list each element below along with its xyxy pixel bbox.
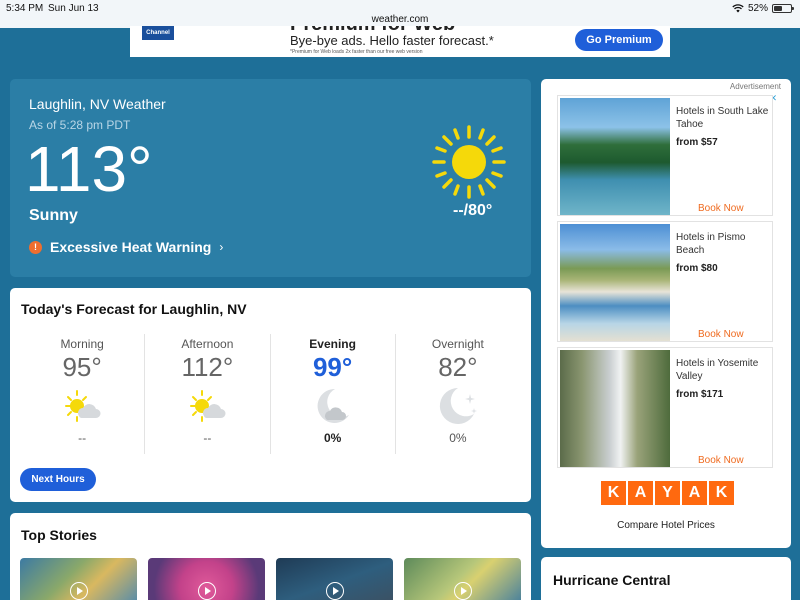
period-label: Evening: [309, 337, 356, 351]
forecast-period-afternoon[interactable]: Afternoon 112° --: [144, 334, 269, 454]
forecast-title: Today's Forecast for Laughlin, NV: [21, 301, 247, 317]
status-right: 52%: [732, 3, 794, 14]
hotel-name: Hotels in Yosemite Valley: [676, 358, 759, 382]
kayak-letter: K: [709, 481, 734, 505]
top-stories-title: Top Stories: [21, 527, 97, 543]
hotel-name: Hotels in Pismo Beach: [676, 232, 746, 256]
alert-icon: !: [29, 240, 42, 254]
book-now-link[interactable]: Book Now: [698, 329, 744, 340]
kayak-letter: A: [628, 481, 653, 505]
hotel-name: Hotels in South Lake Tahoe: [676, 106, 769, 130]
kayak-logo[interactable]: K A Y A K: [601, 481, 734, 505]
observation-time: As of 5:28 pm PDT: [29, 118, 131, 132]
hotel-price: from $57: [676, 137, 718, 148]
period-label: Afternoon: [181, 337, 234, 351]
play-icon: [325, 582, 344, 600]
current-temperature: 113°: [25, 133, 153, 205]
hotel-ad-pismo-beach[interactable]: Hotels in Pismo Beach from $80 Book Now: [557, 221, 773, 342]
story-thumbnail-2[interactable]: [148, 558, 265, 600]
play-icon: [197, 582, 216, 600]
book-now-link[interactable]: Book Now: [698, 455, 744, 466]
go-premium-button[interactable]: Go Premium: [575, 29, 663, 51]
period-temperature: 112°: [181, 352, 234, 382]
kayak-letter: K: [601, 481, 626, 505]
ad-tagline: Bye-bye ads. Hello faster forecast.*: [290, 33, 494, 48]
weather-channel-logo: Channel: [142, 26, 174, 40]
address-bar-url[interactable]: weather.com: [0, 14, 800, 25]
forecast-period-overnight[interactable]: Overnight 82° 0%: [394, 334, 520, 454]
story-thumbnail-4[interactable]: [404, 558, 521, 600]
location-title: Laughlin, NV Weather: [29, 96, 166, 112]
hotel-photo: [560, 98, 670, 215]
period-precip: --: [78, 431, 87, 445]
period-precip: --: [203, 431, 212, 445]
partly-cloudy-night-icon: [317, 388, 349, 423]
period-precip: 0%: [449, 431, 467, 445]
period-label: Morning: [60, 337, 104, 351]
forecast-periods: Morning 95° -- Afternoon 112° -- Evening…: [20, 334, 520, 454]
heat-warning-link[interactable]: ! Excessive Heat Warning ›: [29, 239, 223, 255]
battery-icon: [772, 4, 794, 13]
forecast-period-evening[interactable]: Evening 99° 0%: [269, 334, 395, 454]
hotel-photo: [560, 224, 670, 341]
forecast-period-morning[interactable]: Morning 95° --: [20, 334, 144, 454]
chevron-right-icon: ›: [219, 240, 224, 254]
status-bar: 5:34 PM Sun Jun 13 weather.com 52%: [0, 0, 800, 28]
condition-phrase: Sunny: [29, 207, 78, 224]
period-label: Overnight: [431, 337, 484, 351]
play-icon: [69, 582, 88, 600]
ad-fine-print: *Premium for Web loads 2x faster than ou…: [290, 49, 423, 55]
compare-hotel-prices-link[interactable]: Compare Hotel Prices: [541, 520, 791, 531]
book-now-link[interactable]: Book Now: [698, 203, 744, 214]
sun-icon: [432, 125, 506, 199]
clear-night-icon: [439, 387, 477, 424]
hotel-ad-yosemite-valley[interactable]: Hotels in Yosemite Valley from $171 Book…: [557, 347, 773, 468]
partly-cloudy-day-icon: [190, 390, 226, 422]
status-date: Sun Jun 13: [48, 3, 99, 14]
premium-ad-banner[interactable]: Channel Premium for Web Bye-bye ads. Hel…: [130, 26, 670, 57]
hurricane-central-title: Hurricane Central: [553, 572, 671, 588]
hotel-photo: [560, 350, 670, 467]
next-hours-button[interactable]: Next Hours: [20, 468, 96, 491]
period-temperature: 95°: [62, 352, 102, 382]
hotel-ad-lake-tahoe[interactable]: Hotels in South Lake Tahoe from $57 Book…: [557, 95, 773, 216]
wifi-icon: [732, 4, 744, 13]
hotel-price: from $80: [676, 263, 718, 274]
todays-forecast-card: Today's Forecast for Laughlin, NV Mornin…: [10, 288, 531, 502]
current-conditions-card: Laughlin, NV Weather As of 5:28 pm PDT 1…: [10, 79, 531, 277]
alert-label: Excessive Heat Warning: [50, 239, 212, 255]
kayak-letter: A: [682, 481, 707, 505]
period-temperature: 82°: [438, 352, 478, 382]
story-thumbnail-1[interactable]: [20, 558, 137, 600]
hotel-price: from $171: [676, 389, 724, 400]
hotel-ad-column: Advertisement ▷ ✕ Hotels in South Lake T…: [541, 79, 791, 548]
kayak-letter: Y: [655, 481, 680, 505]
hi-lo-temperature: --/80°: [453, 202, 493, 219]
partly-cloudy-day-icon: [65, 390, 101, 422]
period-precip: 0%: [323, 431, 342, 445]
play-icon: [453, 582, 472, 600]
top-stories-card: Top Stories: [10, 513, 531, 600]
hurricane-central-card: Hurricane Central: [541, 557, 791, 600]
period-temperature: 99°: [312, 352, 353, 382]
status-time: 5:34 PM: [6, 3, 44, 14]
story-thumbnail-3[interactable]: [276, 558, 393, 600]
advertisement-label: Advertisement: [729, 82, 781, 91]
battery-percent: 52%: [747, 3, 768, 14]
